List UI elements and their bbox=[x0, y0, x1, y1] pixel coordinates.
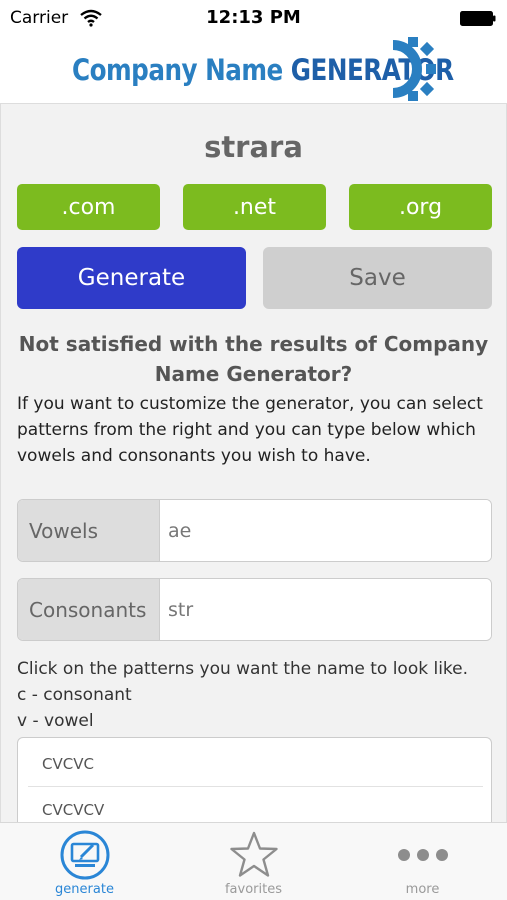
tld-org-button[interactable]: .org bbox=[349, 184, 492, 230]
tab-favorites-label: favorites bbox=[224, 882, 282, 897]
save-button[interactable]: Save bbox=[263, 247, 492, 309]
pattern-list[interactable]: CVCVC CVCVCV bbox=[17, 737, 492, 822]
generator-panel: strara .com .net .org Generate Save Not … bbox=[0, 104, 507, 822]
clock: 12:13 PM bbox=[206, 7, 301, 28]
tab-favorites[interactable]: favorites bbox=[169, 823, 338, 900]
tab-generate-label: generate bbox=[55, 882, 114, 897]
legend-consonant: c - consonant bbox=[17, 685, 132, 705]
monitor-edit-icon bbox=[60, 830, 110, 880]
star-icon bbox=[230, 831, 278, 877]
vowels-label: Vowels bbox=[18, 500, 160, 561]
tab-more-label: more bbox=[405, 882, 440, 897]
tab-bar: generate favorites more bbox=[0, 822, 507, 900]
status-bar: Carrier 12:13 PM bbox=[0, 0, 507, 36]
battery-icon bbox=[460, 11, 496, 26]
vowels-field: Vowels bbox=[17, 499, 492, 562]
app-header: Company Name GENERATOR bbox=[0, 36, 507, 104]
generated-name: strara bbox=[204, 130, 303, 164]
consonants-label: Consonants bbox=[18, 579, 160, 640]
consonants-field: Consonants bbox=[17, 578, 492, 641]
vowels-input[interactable] bbox=[160, 500, 491, 561]
help-question: Not satisfied with the results of Compan… bbox=[18, 332, 489, 386]
patterns-instructions: Click on the patterns you want the name … bbox=[17, 659, 469, 679]
pattern-item[interactable]: CVCVC bbox=[28, 741, 483, 787]
legend-vowel: v - vowel bbox=[17, 711, 94, 731]
more-dots-icon bbox=[398, 849, 448, 861]
tld-net-button[interactable]: .net bbox=[183, 184, 326, 230]
generate-button[interactable]: Generate bbox=[17, 247, 246, 309]
help-explanation: If you want to customize the generator, … bbox=[17, 394, 483, 466]
gear-icon bbox=[392, 37, 436, 101]
tab-more[interactable]: more bbox=[338, 823, 507, 900]
consonants-input[interactable] bbox=[160, 579, 491, 640]
tab-generate[interactable]: generate bbox=[0, 823, 169, 900]
tld-com-button[interactable]: .com bbox=[17, 184, 160, 230]
patterns-help: Click on the patterns you want the name … bbox=[17, 656, 497, 734]
app-logo: Company Name GENERATOR bbox=[72, 53, 454, 87]
pattern-item[interactable]: CVCVCV bbox=[28, 787, 483, 822]
